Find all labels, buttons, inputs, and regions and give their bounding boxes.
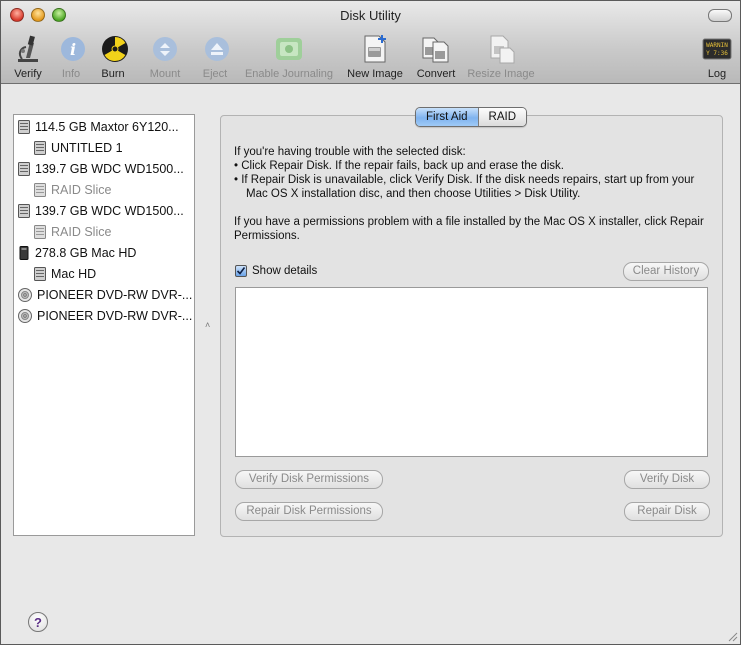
new-image-icon [359, 33, 391, 65]
burn-button[interactable]: Burn [99, 33, 128, 80]
details-log-area[interactable] [235, 287, 708, 457]
list-item[interactable]: UNTITLED 1 [34, 137, 123, 158]
permissions-text: If you have a permissions problem with a… [234, 216, 704, 242]
volume-icon [34, 182, 46, 197]
verify-disk-button[interactable]: Verify Disk [624, 470, 710, 489]
hard-disk-icon [18, 161, 30, 176]
verify-disk-permissions-button[interactable]: Verify Disk Permissions [235, 470, 383, 489]
svg-text:i: i [70, 40, 76, 59]
resize-grip-icon[interactable] [726, 630, 738, 642]
eject-icon [201, 33, 233, 65]
instruction-bullet: • Click Repair Disk. If the repair fails… [234, 160, 565, 172]
raid-disk-icon [19, 245, 29, 260]
volume-icon [34, 140, 46, 155]
enable-journaling-button[interactable]: Enable Journaling [242, 33, 336, 80]
new-image-button[interactable]: New Image [345, 33, 405, 80]
svg-text:WARNIN: WARNIN [706, 42, 728, 49]
tab-bar: First Aid RAID [415, 107, 528, 127]
list-item[interactable]: PIONEER DVD-RW DVR-... [18, 284, 192, 305]
mount-icon [149, 33, 181, 65]
journaling-icon [273, 33, 305, 65]
show-details-checkbox[interactable] [235, 265, 247, 277]
microscope-icon [12, 33, 44, 65]
optical-disc-icon [18, 308, 32, 323]
optical-disc-icon [18, 287, 32, 302]
list-item[interactable]: RAID Slice [34, 179, 111, 200]
instruction-bullet: • If Repair Disk is unavailable, click V… [234, 174, 695, 200]
first-aid-instructions: If you're having trouble with the select… [234, 145, 704, 243]
split-view-handle-icon[interactable]: ˄ [205, 320, 210, 330]
convert-icon [420, 33, 452, 65]
toolbar: Disk Utility Verify i Info Burn Mount Ej… [1, 1, 740, 84]
toolbar-toggle-button[interactable] [708, 9, 732, 22]
list-item[interactable]: 139.7 GB WDC WD1500... [18, 158, 184, 179]
list-item[interactable]: 114.5 GB Maxtor 6Y120... [18, 116, 179, 137]
burn-icon [99, 33, 131, 65]
resize-image-icon [485, 33, 517, 65]
tab-first-aid[interactable]: First Aid [416, 108, 478, 126]
list-item[interactable]: RAID Slice [34, 221, 111, 242]
convert-button[interactable]: Convert [414, 33, 458, 80]
mount-button[interactable]: Mount [147, 33, 183, 80]
eject-button[interactable]: Eject [201, 33, 229, 80]
window-title: Disk Utility [340, 8, 401, 23]
checkmark-icon [236, 267, 246, 275]
tab-raid[interactable]: RAID [477, 108, 527, 126]
volume-icon [34, 266, 46, 281]
svg-text:Y 7:36: Y 7:36 [706, 50, 728, 57]
volume-icon [34, 224, 46, 239]
repair-disk-button[interactable]: Repair Disk [624, 502, 710, 521]
disk-utility-window: Disk Utility Verify i Info Burn Mount Ej… [0, 0, 741, 645]
verify-button[interactable]: Verify [10, 33, 46, 80]
list-item[interactable]: 278.8 GB Mac HD [18, 242, 136, 263]
info-icon: i [57, 33, 89, 65]
log-button[interactable]: WARNIN Y 7:36 Log [701, 33, 733, 80]
list-item[interactable]: PIONEER DVD-RW DVR-... [18, 305, 192, 326]
disk-list[interactable]: 114.5 GB Maxtor 6Y120... UNTITLED 1 139.… [13, 114, 195, 536]
help-button[interactable]: ? [28, 612, 48, 632]
hard-disk-icon [18, 119, 30, 134]
intro-text: If you're having trouble with the select… [234, 146, 466, 158]
clear-history-button[interactable]: Clear History [623, 262, 709, 281]
list-item[interactable]: 139.7 GB WDC WD1500... [18, 200, 184, 221]
repair-disk-permissions-button[interactable]: Repair Disk Permissions [235, 502, 383, 521]
list-item[interactable]: Mac HD [34, 263, 96, 284]
resize-image-button[interactable]: Resize Image [466, 33, 536, 80]
hard-disk-icon [18, 203, 30, 218]
info-button[interactable]: i Info [57, 33, 85, 80]
show-details-label: Show details [252, 265, 318, 277]
log-icon: WARNIN Y 7:36 [701, 33, 733, 65]
